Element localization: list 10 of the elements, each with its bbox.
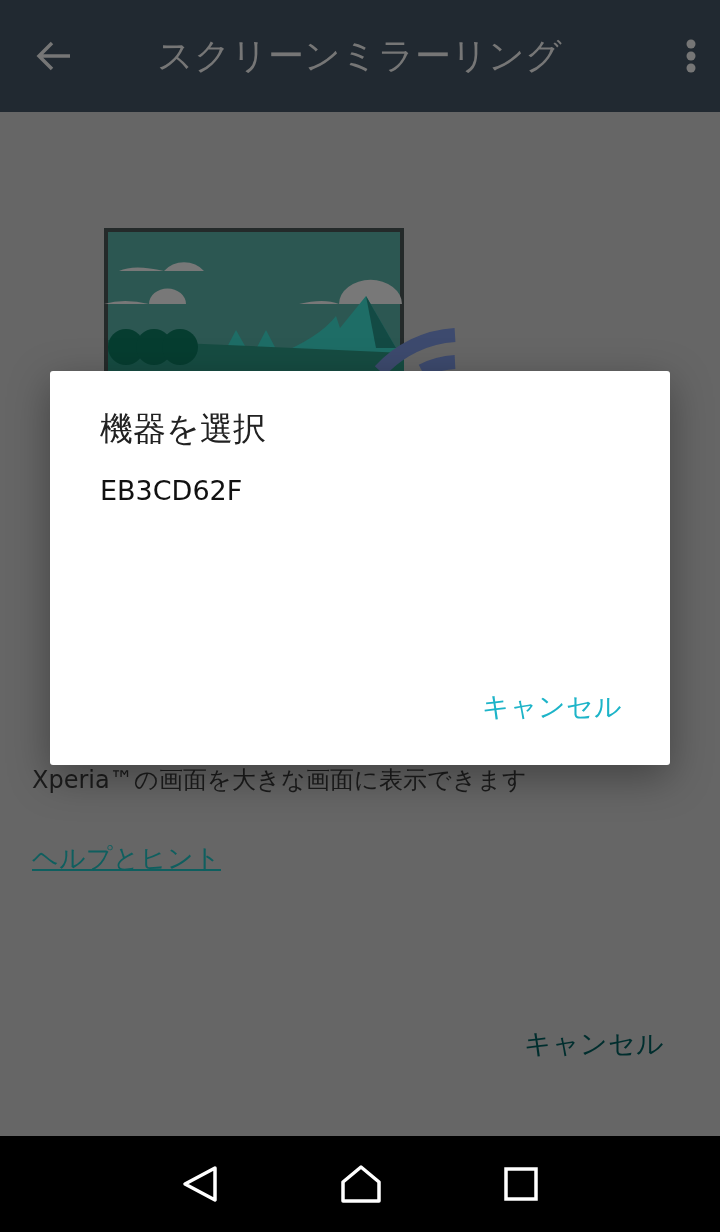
more-icon[interactable] xyxy=(686,39,696,73)
description-text: Xperia™の画面を大きな画面に表示できます xyxy=(32,765,528,796)
home-icon[interactable] xyxy=(341,1165,381,1203)
cancel-button[interactable]: キャンセル xyxy=(524,1022,664,1066)
help-link[interactable]: ヘルプとヒント xyxy=(32,842,221,874)
app-title: スクリーンミラーリング xyxy=(155,33,563,78)
cancel-button[interactable]: キャンセル xyxy=(482,685,622,729)
recents-icon[interactable] xyxy=(504,1167,539,1201)
device-item[interactable]: EB3CD62F xyxy=(100,471,243,511)
dialog-title: 機器を選択 xyxy=(100,408,267,450)
